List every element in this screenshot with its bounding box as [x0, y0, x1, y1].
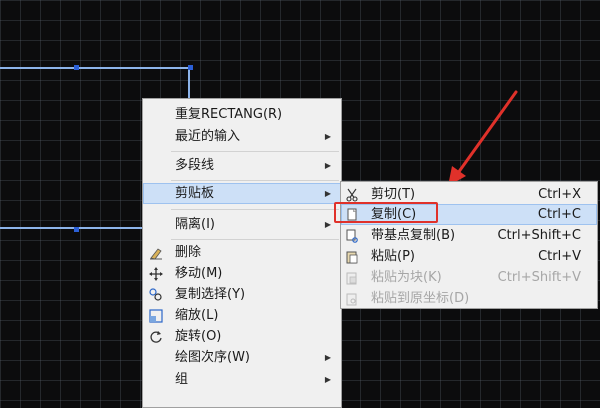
menu-item-label: 最近的输入 — [175, 129, 241, 144]
shortcut-label: Ctrl+C — [537, 207, 581, 222]
submenu-arrow-icon: ▶ — [324, 220, 331, 229]
menu-item-label: 绘图次序(W) — [175, 350, 250, 365]
menu-separator — [171, 239, 339, 240]
submenu-arrow-icon: ▶ — [324, 161, 331, 170]
submenu-arrow-icon: ▶ — [324, 132, 331, 141]
menu-item-repeat-rectang[interactable]: 重复RECTANG(R) — [143, 104, 341, 125]
submenu-item-copy-with-base-point[interactable]: 带基点复制(B) Ctrl+Shift+C — [341, 225, 597, 246]
menu-separator — [171, 151, 339, 152]
menu-item-label: 重复RECTANG(R) — [175, 107, 283, 122]
copy-base-point-icon — [344, 228, 359, 243]
shortcut-label: Ctrl+X — [538, 187, 581, 202]
menu-item-label: 组 — [175, 372, 189, 387]
menu-item-rotate[interactable]: 旋转(O) — [143, 326, 341, 347]
paste-original-coords-icon — [344, 291, 359, 306]
submenu-item-label: 粘贴为块(K) — [371, 270, 442, 285]
menu-item-scale[interactable]: 缩放(L) — [143, 305, 341, 326]
move-icon — [148, 266, 163, 281]
rotate-icon — [148, 329, 163, 344]
eraser-icon — [148, 245, 163, 260]
menu-item-draw-order[interactable]: 绘图次序(W) ▶ — [143, 347, 341, 368]
menu-item-erase[interactable]: 删除 — [143, 242, 341, 263]
submenu-arrow-icon: ▶ — [324, 375, 331, 384]
submenu-item-label: 粘贴到原坐标(D) — [371, 291, 470, 306]
menu-item-label: 剪贴板 — [175, 186, 215, 201]
menu-item-label: 旋转(O) — [175, 329, 222, 344]
menu-item-label: 删除 — [175, 245, 202, 260]
menu-item-recent-input[interactable]: 最近的输入 ▶ — [143, 126, 341, 147]
submenu-item-paste-as-block[interactable]: 粘贴为块(K) Ctrl+Shift+V — [341, 267, 597, 288]
shortcut-label: Ctrl+V — [538, 249, 581, 264]
shortcut-label: Ctrl+Shift+C — [497, 228, 581, 243]
copy-selection-icon — [148, 287, 163, 302]
menu-item-label: 隔离(I) — [175, 217, 215, 232]
annotation-highlight-box — [334, 202, 438, 223]
menu-item-label: 移动(M) — [175, 266, 223, 281]
menu-item-label: 复制选择(Y) — [175, 287, 246, 302]
menu-item-polyline[interactable]: 多段线 ▶ — [143, 155, 341, 176]
submenu-item-label: 粘贴(P) — [371, 249, 415, 264]
menu-item-label: 缩放(L) — [175, 308, 219, 323]
menu-separator — [171, 209, 339, 210]
menu-item-copy-selection[interactable]: 复制选择(Y) — [143, 284, 341, 305]
clipboard-submenu: 剪切(T) Ctrl+X 复制(C) Ctrl+C 带基点复制(B) Ctrl+… — [340, 181, 598, 309]
submenu-arrow-icon: ▶ — [324, 189, 331, 198]
submenu-arrow-icon: ▶ — [324, 353, 331, 362]
menu-item-move[interactable]: 移动(M) — [143, 263, 341, 284]
menu-separator — [171, 180, 339, 181]
menu-item-group[interactable]: 组 ▶ — [143, 369, 341, 390]
paste-block-icon — [344, 270, 359, 285]
submenu-item-paste-original-coords[interactable]: 粘贴到原坐标(D) — [341, 288, 597, 309]
scale-icon — [148, 308, 163, 323]
menu-item-clipboard[interactable]: 剪贴板 ▶ — [143, 183, 341, 204]
menu-item-isolate[interactable]: 隔离(I) ▶ — [143, 214, 341, 235]
shortcut-label: Ctrl+Shift+V — [497, 270, 581, 285]
submenu-item-paste[interactable]: 粘贴(P) Ctrl+V — [341, 246, 597, 267]
paste-icon — [344, 249, 359, 264]
submenu-item-label: 带基点复制(B) — [371, 228, 456, 243]
scissors-icon — [344, 187, 359, 202]
context-menu: 重复RECTANG(R) 最近的输入 ▶ 多段线 ▶ 剪贴板 ▶ 隔离(I) ▶… — [142, 98, 342, 408]
menu-item-label: 多段线 — [175, 158, 215, 173]
